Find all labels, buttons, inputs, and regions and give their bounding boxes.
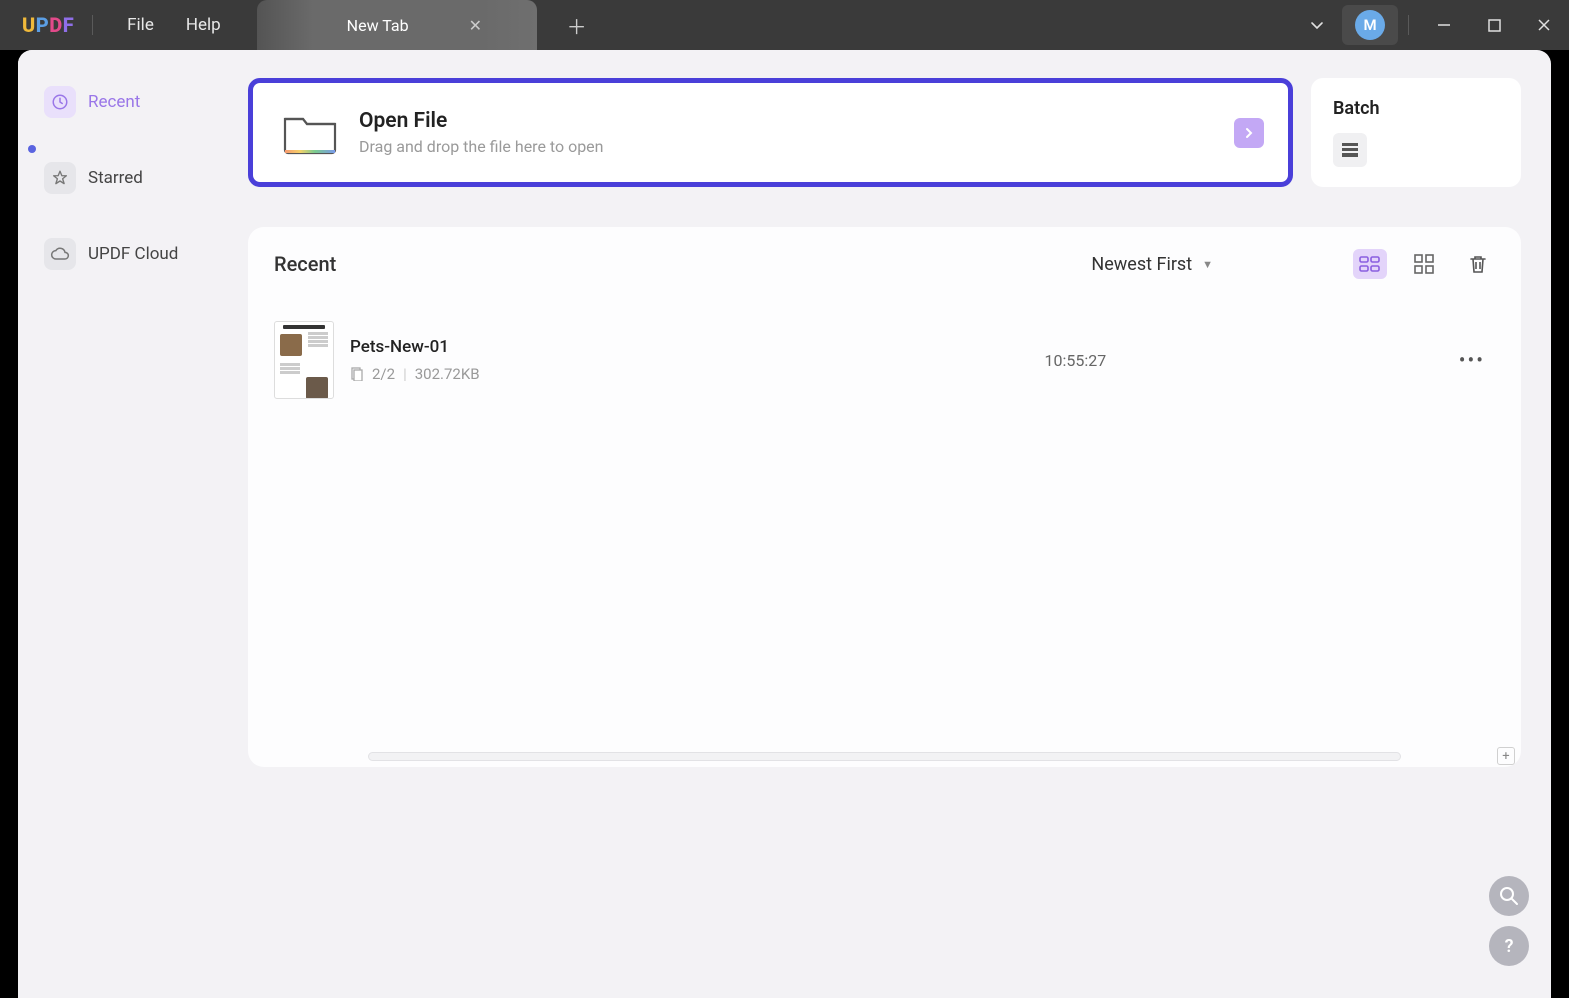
- open-file-title: Open File: [359, 109, 604, 133]
- file-name: Pets-New-01: [350, 337, 480, 357]
- list-view-button[interactable]: [1353, 249, 1387, 279]
- divider: [1408, 15, 1409, 35]
- main-area: Recent Starred UPDF Cloud: [18, 50, 1551, 998]
- chevron-down-icon: ▼: [1202, 258, 1213, 271]
- file-menu[interactable]: File: [111, 0, 170, 50]
- open-file-subtitle: Drag and drop the file here to open: [359, 137, 604, 156]
- file-size: 302.72KB: [415, 365, 480, 383]
- sidebar-item-label: Starred: [88, 168, 143, 188]
- sidebar-item-starred[interactable]: Starred: [34, 154, 202, 202]
- tab-title: New Tab: [347, 16, 409, 35]
- open-file-card[interactable]: Open File Drag and drop the file here to…: [248, 78, 1293, 187]
- batch-card[interactable]: Batch: [1311, 78, 1521, 187]
- more-icon[interactable]: •••: [1459, 348, 1495, 372]
- help-button[interactable]: ?: [1489, 926, 1529, 966]
- sidebar-item-label: UPDF Cloud: [88, 244, 178, 264]
- batch-label: Batch: [1333, 98, 1499, 119]
- close-icon[interactable]: ✕: [469, 16, 482, 35]
- file-row[interactable]: Pets-New-01 2/2 | 302.72KB 10:55:27 •••: [274, 307, 1495, 413]
- grid-view-button[interactable]: [1407, 249, 1441, 279]
- file-thumbnail: [274, 321, 334, 399]
- titlebar-right: M: [1292, 0, 1569, 50]
- maximize-button[interactable]: [1469, 0, 1519, 50]
- indicator-dot: [28, 145, 36, 153]
- page-icon: [350, 367, 364, 381]
- app-logo: UPDF: [22, 13, 74, 37]
- sidebar-item-recent[interactable]: Recent: [34, 78, 202, 126]
- recent-panel: Recent Newest First ▼: [248, 227, 1521, 767]
- scrollbar[interactable]: [368, 752, 1401, 761]
- titlebar: UPDF File Help New Tab ✕ ＋ M: [0, 0, 1569, 50]
- tab-new[interactable]: New Tab ✕: [257, 0, 537, 50]
- chevron-down-icon[interactable]: [1292, 0, 1342, 50]
- add-button[interactable]: +: [1497, 747, 1515, 765]
- avatar: M: [1355, 10, 1385, 40]
- file-time: 10:55:27: [1045, 351, 1107, 370]
- help-menu[interactable]: Help: [170, 0, 237, 50]
- close-button[interactable]: [1519, 0, 1569, 50]
- sidebar-item-label: Recent: [88, 92, 140, 112]
- content: Open File Drag and drop the file here to…: [218, 50, 1551, 998]
- open-file-arrow-button[interactable]: [1234, 118, 1264, 148]
- star-icon: [44, 162, 76, 194]
- clock-icon: [44, 86, 76, 118]
- file-pages: 2/2: [372, 365, 395, 383]
- cloud-icon: [44, 238, 76, 270]
- add-tab-button[interactable]: ＋: [567, 11, 587, 40]
- sidebar: Recent Starred UPDF Cloud: [18, 50, 218, 998]
- sidebar-item-cloud[interactable]: UPDF Cloud: [34, 230, 202, 278]
- sort-dropdown[interactable]: Newest First ▼: [1091, 254, 1213, 275]
- recent-title: Recent: [274, 252, 336, 276]
- batch-icon: [1333, 133, 1367, 167]
- search-button[interactable]: [1489, 876, 1529, 916]
- folder-icon: [281, 109, 339, 157]
- divider: [92, 15, 93, 35]
- minimize-button[interactable]: [1419, 0, 1469, 50]
- sort-label: Newest First: [1091, 254, 1192, 275]
- user-avatar-button[interactable]: M: [1342, 5, 1398, 45]
- delete-button[interactable]: [1461, 249, 1495, 279]
